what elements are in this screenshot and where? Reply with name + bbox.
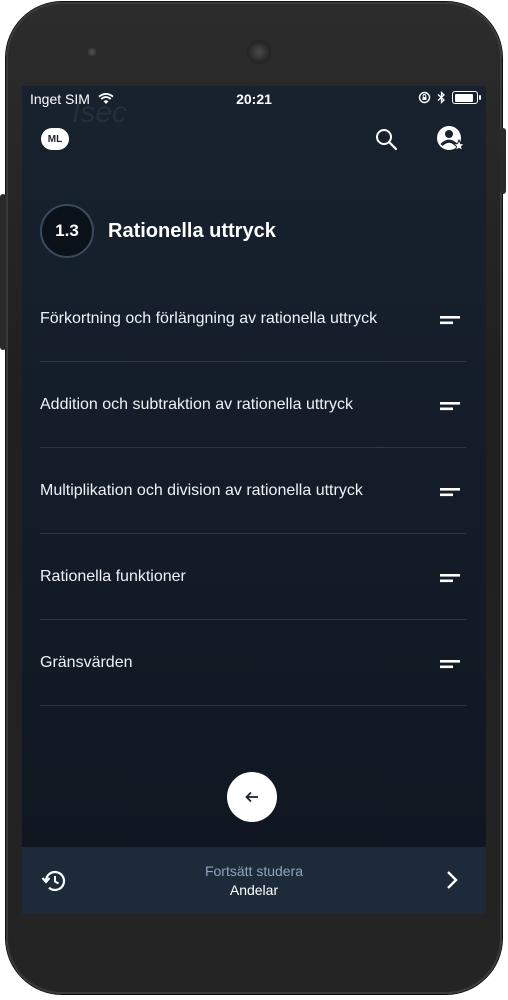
front-camera	[86, 46, 98, 58]
search-button[interactable]	[371, 124, 401, 154]
status-time: 20:21	[236, 91, 272, 107]
progress-lines-icon	[440, 488, 460, 497]
lesson-label: Rationella funktioner	[40, 568, 186, 585]
lesson-list: Förkortning och förlängning av rationell…	[40, 276, 466, 706]
bluetooth-icon	[437, 91, 445, 104]
continue-subtitle: Andelar	[229, 882, 279, 898]
lesson-item[interactable]: Multiplikation och division av rationell…	[40, 448, 466, 534]
progress-lines-icon	[440, 660, 460, 669]
chevron-right-icon	[447, 871, 458, 889]
earpiece-speaker	[247, 40, 271, 64]
continue-label: Fortsätt studera	[204, 863, 304, 879]
app-screen: Isec Inget SIM 20:21 ML 1.3 Rationella u…	[22, 86, 486, 914]
progress-lines-icon	[440, 402, 460, 411]
lesson-item[interactable]: Förkortning och förlängning av rationell…	[40, 276, 466, 362]
user-star-icon	[437, 126, 466, 152]
continue-studying-bar[interactable]: Fortsätt studera Andelar	[22, 847, 486, 914]
favorites-button[interactable]	[436, 124, 466, 154]
arrow-left-icon	[245, 791, 258, 803]
rotation-lock-icon	[418, 91, 431, 104]
lesson-item[interactable]: Gränsvärden	[40, 620, 466, 706]
section-header: 1.3 Rationella uttryck	[40, 204, 276, 258]
lesson-item[interactable]: Addition och subtraktion av rationella u…	[40, 362, 466, 448]
lesson-label: Addition och subtraktion av rationella u…	[40, 396, 354, 413]
lesson-label: Förkortning och förlängning av rationell…	[40, 310, 378, 327]
search-icon	[376, 129, 398, 151]
status-right-icons	[418, 91, 481, 104]
power-button	[500, 128, 506, 194]
section-number-badge: 1.3	[40, 204, 94, 258]
progress-lines-icon	[440, 574, 460, 583]
volume-button	[0, 194, 6, 350]
lesson-item[interactable]: Rationella funktioner	[40, 534, 466, 620]
status-bar: Inget SIM 20:21	[22, 86, 486, 112]
top-bar: ML	[22, 122, 486, 158]
lesson-label: Multiplikation och division av rationell…	[40, 482, 363, 499]
back-button[interactable]	[227, 772, 277, 822]
lesson-label: Gränsvärden	[40, 654, 133, 671]
progress-lines-icon	[440, 316, 460, 325]
profile-badge[interactable]: ML	[41, 128, 69, 150]
battery-icon	[452, 91, 481, 104]
section-title: Rationella uttryck	[108, 219, 276, 242]
